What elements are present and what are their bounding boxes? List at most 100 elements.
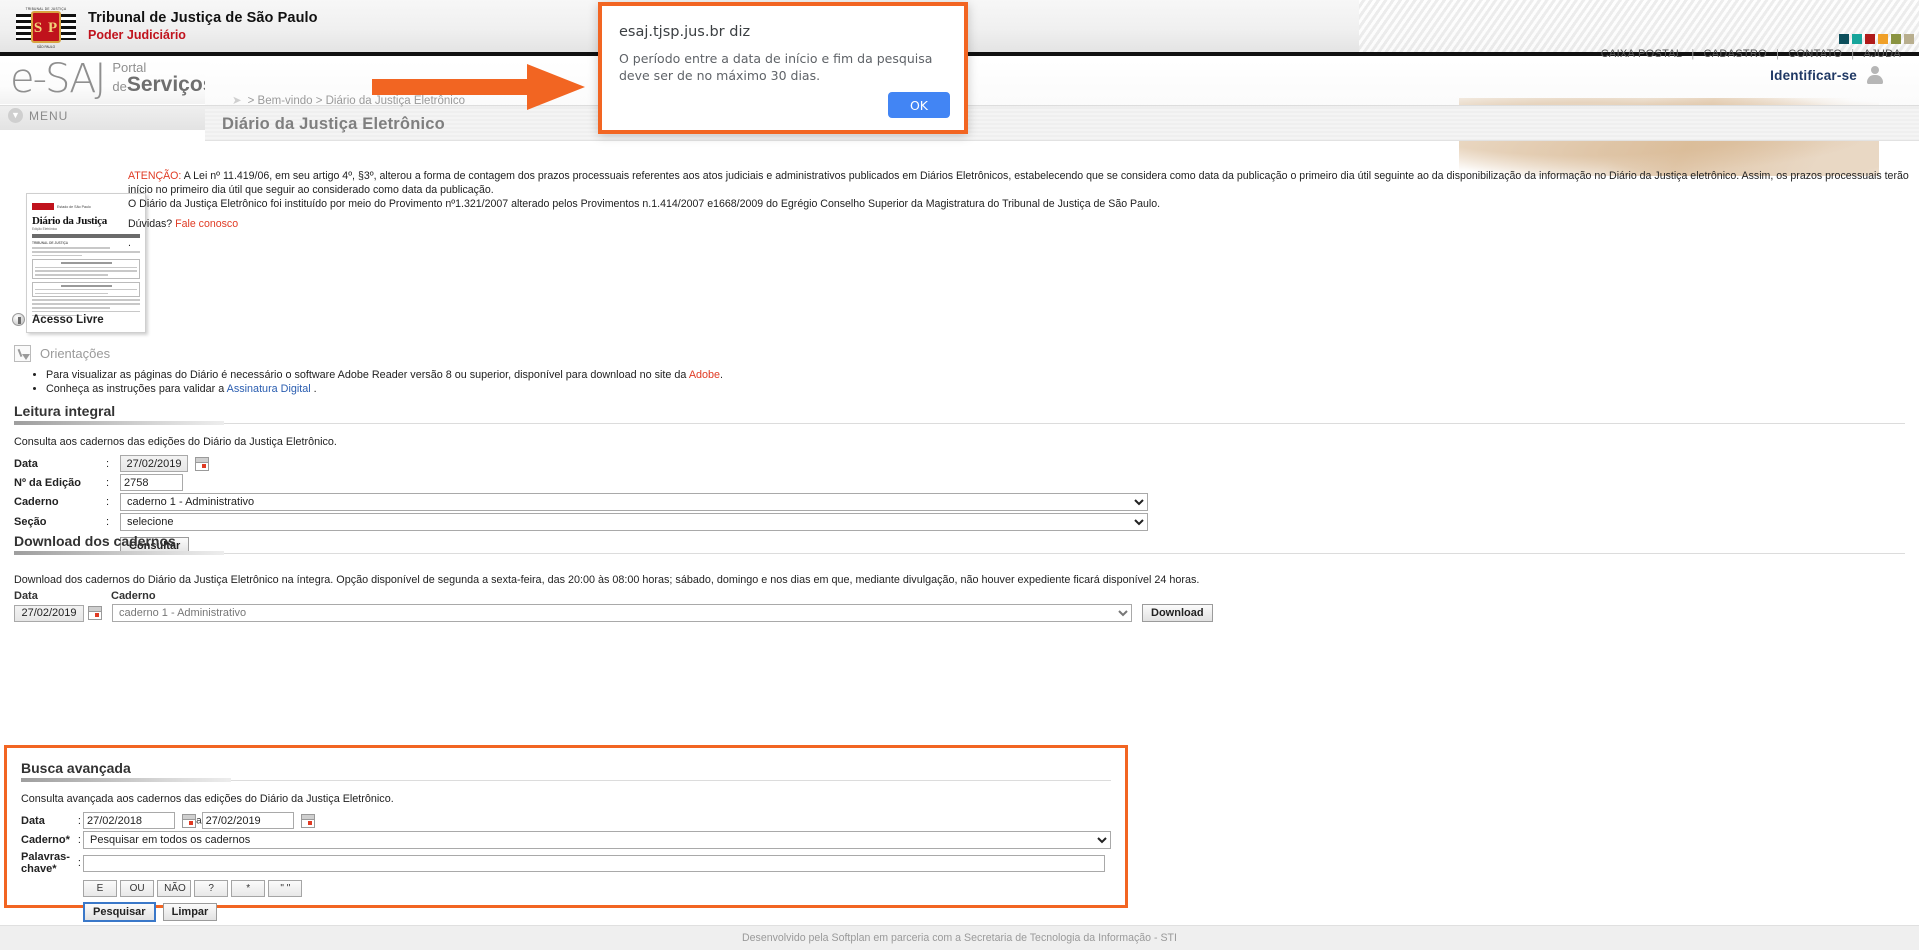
leitura-secao-select[interactable]: selecione xyxy=(120,513,1148,531)
form-row-caderno: Caderno : caderno 1 - Administrativo xyxy=(14,492,1148,512)
link-cadastro[interactable]: CADASTRO xyxy=(1704,48,1768,60)
operator-button-ou[interactable]: OU xyxy=(120,880,155,897)
acesso-livre-icon xyxy=(12,313,25,326)
section-download-cadernos: Download dos cadernos Download dos cader… xyxy=(14,533,1905,622)
link-contato[interactable]: CONTATO xyxy=(1788,48,1842,60)
link-separator: | xyxy=(1776,48,1780,60)
orientacao-text: Conheça as instruções para validar a xyxy=(46,383,227,395)
label-caderno: Caderno xyxy=(14,496,59,508)
form-row-secao: Seção : selecione xyxy=(14,512,1148,532)
esaj-logo[interactable]: e-SAJ Portal deServiços xyxy=(10,58,214,100)
orientacoes-list: Para visualizar as páginas do Diário é n… xyxy=(32,368,723,396)
operator-button-e[interactable]: E xyxy=(83,880,117,897)
section-busca-avancada: Busca avançada Consulta avançada aos cad… xyxy=(21,760,1111,923)
dialog-ok-button[interactable]: OK xyxy=(888,92,950,118)
link-ajuda[interactable]: AJUDA xyxy=(1863,48,1901,60)
download-button[interactable]: Download xyxy=(1142,604,1213,622)
color-square-1 xyxy=(1852,34,1862,44)
label-secao: Seção xyxy=(14,516,47,528)
user-icon-body xyxy=(1867,75,1883,84)
download-fields-row: caderno 1 - Administrativo Download xyxy=(14,604,1905,622)
leitura-caderno-select[interactable]: caderno 1 - Administrativo xyxy=(120,493,1148,511)
identificar-se-link[interactable]: Identificar-se xyxy=(1770,68,1857,83)
diario-cover-thumbnail[interactable]: Estado de São Paulo Diário da Justiça Ed… xyxy=(26,193,146,333)
busca-avancada-highlight-box: Busca avançada Consulta avançada aos cad… xyxy=(4,745,1128,922)
busca-palavras-input[interactable] xyxy=(83,854,1105,872)
menu-toggle-button[interactable]: ▼ MENU xyxy=(8,108,68,123)
thumb-line xyxy=(32,299,140,302)
section-description: Consulta avançada aos cadernos das ediçõ… xyxy=(21,793,394,805)
busca-data-to-input[interactable] xyxy=(201,812,294,829)
orientacao-text: Para visualizar as páginas do Diário é n… xyxy=(46,369,689,381)
calendar-icon[interactable] xyxy=(195,456,210,471)
thumb-line xyxy=(35,266,137,269)
court-subtitle: Poder Judiciário xyxy=(88,28,186,42)
download-data-input[interactable] xyxy=(14,604,84,622)
color-squares-decoration xyxy=(1839,34,1914,44)
thumb-line xyxy=(35,270,137,272)
operator-button-quotes[interactable]: " " xyxy=(268,880,303,897)
pesquisar-button[interactable]: Pesquisar xyxy=(83,902,156,922)
form-row-data: Data : xyxy=(14,454,1148,473)
assinatura-digital-link[interactable]: Assinatura Digital xyxy=(227,383,311,395)
section-header: Leitura integral xyxy=(14,403,1905,423)
color-square-0 xyxy=(1839,34,1849,44)
form-row-operators: E OU NÃO ? * " " xyxy=(21,876,1111,898)
colon: : xyxy=(106,476,110,489)
section-divider xyxy=(14,551,1905,555)
list-item: Conheça as instruções para validar a Ass… xyxy=(46,382,723,396)
fale-conosco-link[interactable]: Fale conosco xyxy=(175,218,238,230)
thumb-line xyxy=(32,254,82,257)
operator-button-nao[interactable]: NÃO xyxy=(157,880,192,897)
section-description: Download dos cadernos do Diário da Justi… xyxy=(14,574,1200,586)
section-header: Busca avançada xyxy=(21,760,1111,780)
thumb-state-label: Estado de São Paulo xyxy=(57,204,91,209)
logo-shield: S P xyxy=(31,11,61,43)
thumb-box-title xyxy=(60,284,112,287)
dialog-message: O período entre a data de início e fim d… xyxy=(619,51,933,83)
utility-links: CAIXA POSTAL | CADASTRO | CONTATO | AJUDA xyxy=(1601,48,1901,60)
adobe-link[interactable]: Adobe xyxy=(689,369,720,381)
limpar-button[interactable]: Limpar xyxy=(162,903,218,921)
label-palavras-chave: Palavras-chave* xyxy=(21,851,70,875)
esaj-portal-text: Portal deServiços xyxy=(112,61,214,95)
orientacao-text-post: . xyxy=(720,369,724,381)
leitura-edicao-input[interactable] xyxy=(120,474,183,491)
attention-notice: ATENÇÃO: A Lei nº 11.419/06, em seu arti… xyxy=(128,170,1909,197)
busca-data-from-input[interactable] xyxy=(83,812,175,829)
thumb-line xyxy=(32,307,110,309)
acesso-livre-item[interactable]: Acesso Livre xyxy=(12,313,104,326)
thumb-edition: Edição Eletrônica xyxy=(32,227,57,231)
servicos-word: deServiços xyxy=(112,73,215,96)
download-caderno-select[interactable]: caderno 1 - Administrativo xyxy=(112,604,1132,622)
leitura-data-input[interactable] xyxy=(120,455,188,472)
orientacao-text-post: . xyxy=(310,383,317,395)
calendar-icon[interactable] xyxy=(300,813,315,828)
calendar-icon[interactable] xyxy=(88,606,102,620)
thumb-line xyxy=(35,274,109,276)
breadcrumb-arrow-icon: ➤ xyxy=(232,95,242,107)
institutional-title-block: Tribunal de Justiça de São Paulo Poder J… xyxy=(88,10,318,42)
operator-button-asterisk[interactable]: * xyxy=(231,880,266,897)
orientacoes-title: Orientações xyxy=(40,346,111,361)
arrow-shaft xyxy=(372,79,532,95)
link-separator: | xyxy=(1691,48,1695,60)
calendar-icon[interactable] xyxy=(182,813,197,828)
duvidas-label: Dúvidas? xyxy=(128,218,176,230)
orientacoes-header: Orientações xyxy=(14,345,723,362)
form-row-edicao: Nº da Edição : xyxy=(14,473,1148,492)
duvidas-line: Dúvidas? Fale conosco xyxy=(128,218,238,232)
annotation-arrow xyxy=(372,64,588,110)
section-header: Download dos cadernos xyxy=(14,533,1905,553)
menu-label: MENU xyxy=(29,108,69,123)
label-data: Data xyxy=(21,814,45,827)
busca-caderno-select[interactable]: Pesquisar em todos os cadernos xyxy=(83,831,1111,849)
colon: : xyxy=(106,516,110,528)
busca-form: Data : a Caderno* : Pesquisar em todos o… xyxy=(21,811,1111,923)
link-caixa-postal[interactable]: CAIXA POSTAL xyxy=(1601,48,1683,60)
label-data: Data xyxy=(14,457,38,470)
footer: Desenvolvido pela Softplan em parceria c… xyxy=(0,925,1919,950)
logo-caption-bottom: SÃO PAULO xyxy=(36,45,56,49)
section-description: Consulta aos cadernos das edições do Diá… xyxy=(14,436,337,448)
operator-button-question[interactable]: ? xyxy=(194,880,229,897)
